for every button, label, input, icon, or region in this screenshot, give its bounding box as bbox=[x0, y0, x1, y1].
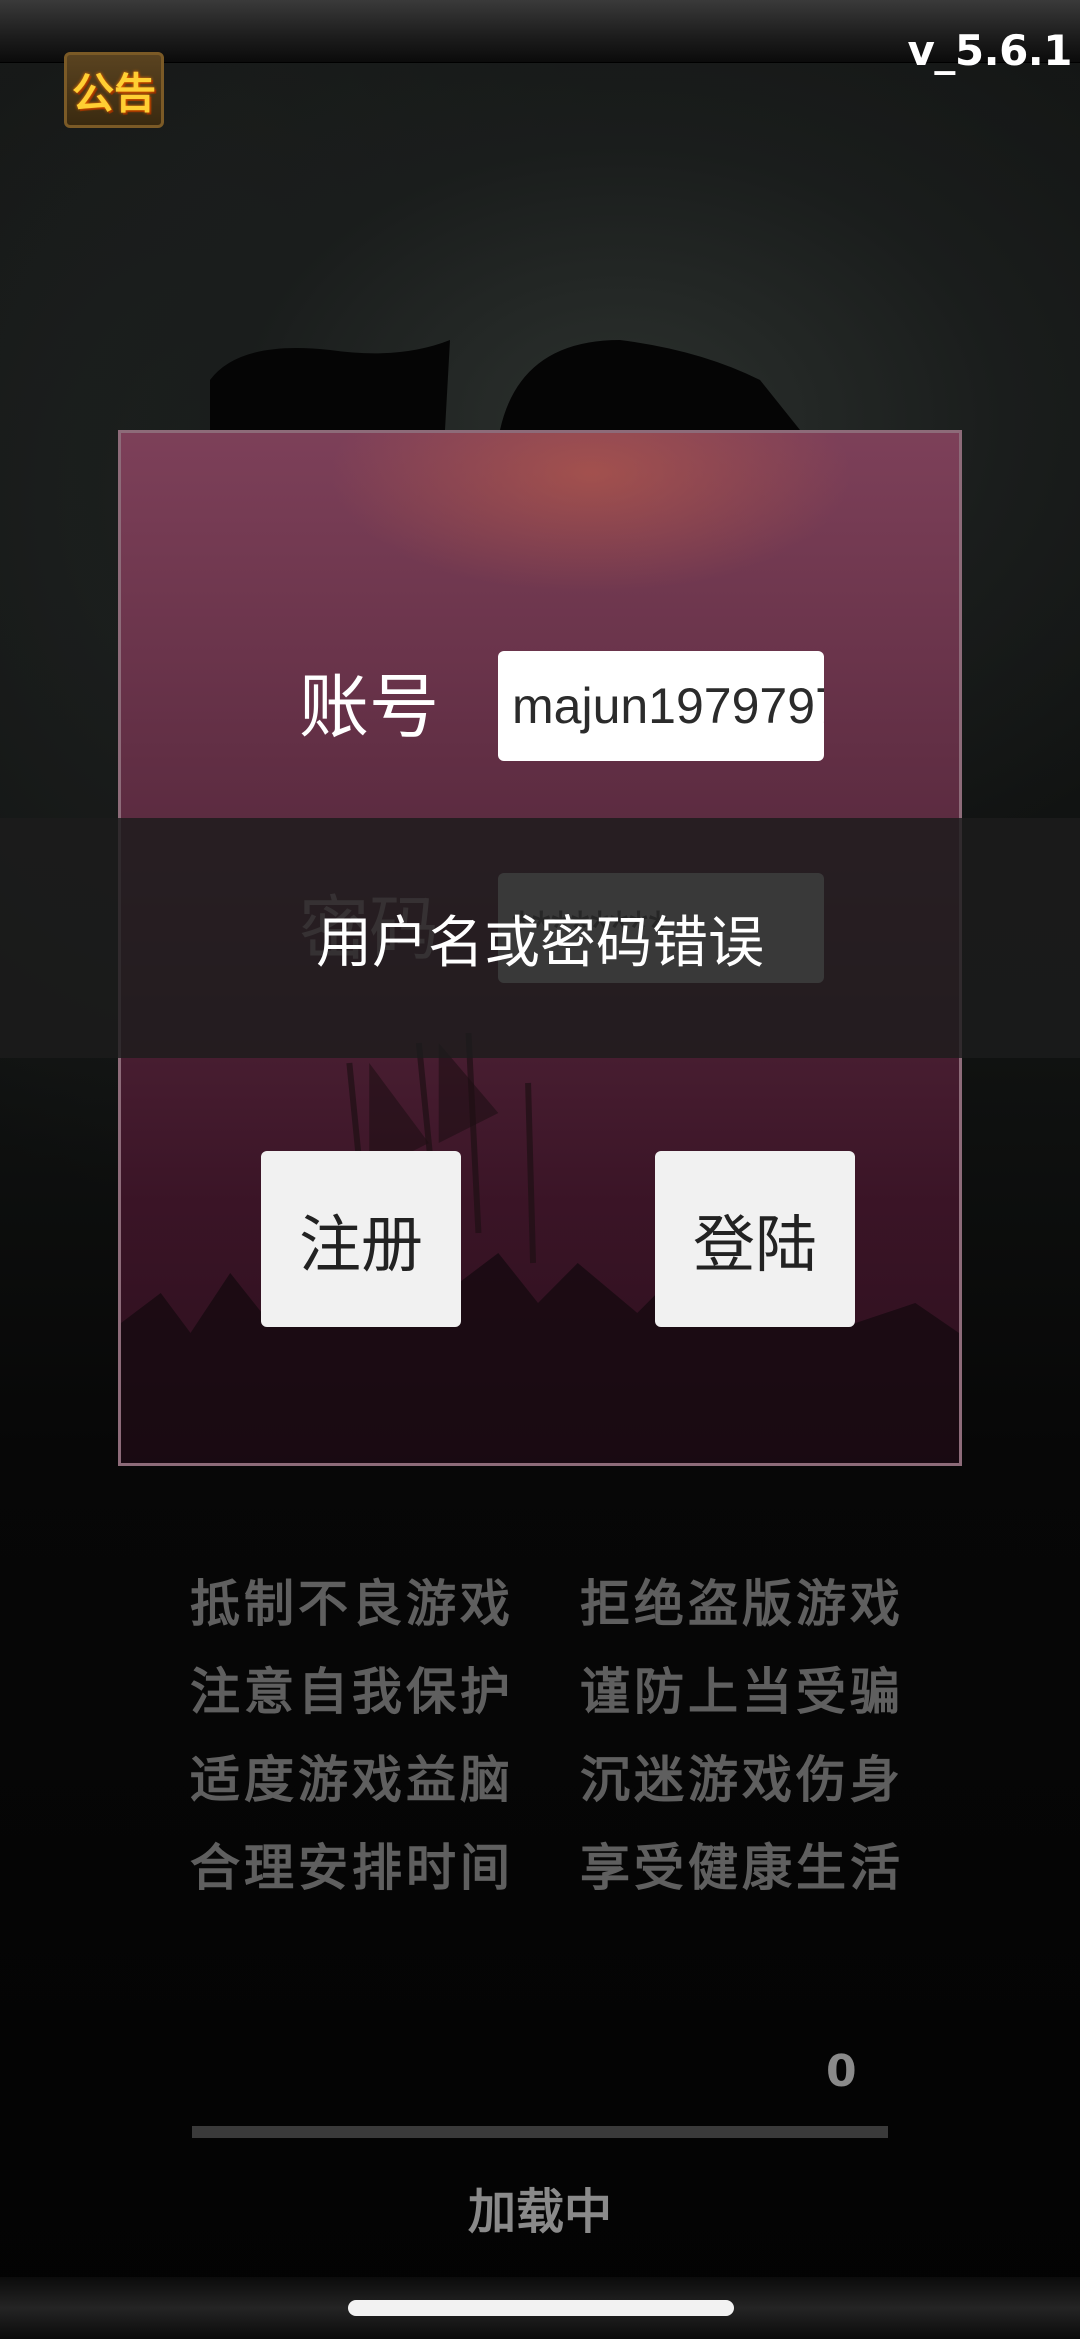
health-notice-text: 沉迷游戏伤身 bbox=[580, 1750, 904, 1809]
health-notice-text: 拒绝盗版游戏 bbox=[580, 1574, 904, 1633]
progress-value: 0 bbox=[826, 2046, 857, 2097]
account-input[interactable]: majun1979797 bbox=[498, 651, 824, 761]
version-label: v_5.6.1 bbox=[907, 26, 1073, 75]
health-notice: 抵制不良游戏 拒绝盗版游戏 注意自我保护 谨防上当受骗 适度游戏益脑 沉迷游戏伤… bbox=[190, 1556, 910, 1908]
account-label: 账号 bbox=[299, 666, 439, 748]
health-notice-row: 合理安排时间 享受健康生活 bbox=[190, 1820, 910, 1908]
loading-progress-bar bbox=[192, 2126, 888, 2138]
announcement-label: 公告 bbox=[71, 68, 156, 118]
home-indicator[interactable] bbox=[348, 2300, 734, 2316]
health-notice-text: 享受健康生活 bbox=[580, 1838, 904, 1897]
login-button[interactable]: 登陆 bbox=[655, 1151, 855, 1327]
health-notice-row: 适度游戏益脑 沉迷游戏伤身 bbox=[190, 1732, 910, 1820]
error-toast: 用户名或密码错误 bbox=[0, 818, 1080, 1058]
health-notice-text: 谨防上当受骗 bbox=[580, 1662, 904, 1721]
error-toast-message: 用户名或密码错误 bbox=[316, 910, 764, 976]
health-notice-text: 抵制不良游戏 bbox=[190, 1574, 514, 1633]
health-notice-text: 注意自我保护 bbox=[190, 1662, 514, 1721]
register-button[interactable]: 注册 bbox=[261, 1151, 461, 1327]
health-notice-row: 注意自我保护 谨防上当受骗 bbox=[190, 1644, 910, 1732]
loading-text: 加载中 bbox=[467, 2184, 612, 2240]
announcement-button[interactable]: 公告 bbox=[64, 52, 164, 128]
health-notice-text: 适度游戏益脑 bbox=[190, 1750, 514, 1809]
game-logo-calligraphy bbox=[210, 340, 800, 430]
health-notice-row: 抵制不良游戏 拒绝盗版游戏 bbox=[190, 1556, 910, 1644]
health-notice-text: 合理安排时间 bbox=[190, 1838, 514, 1897]
